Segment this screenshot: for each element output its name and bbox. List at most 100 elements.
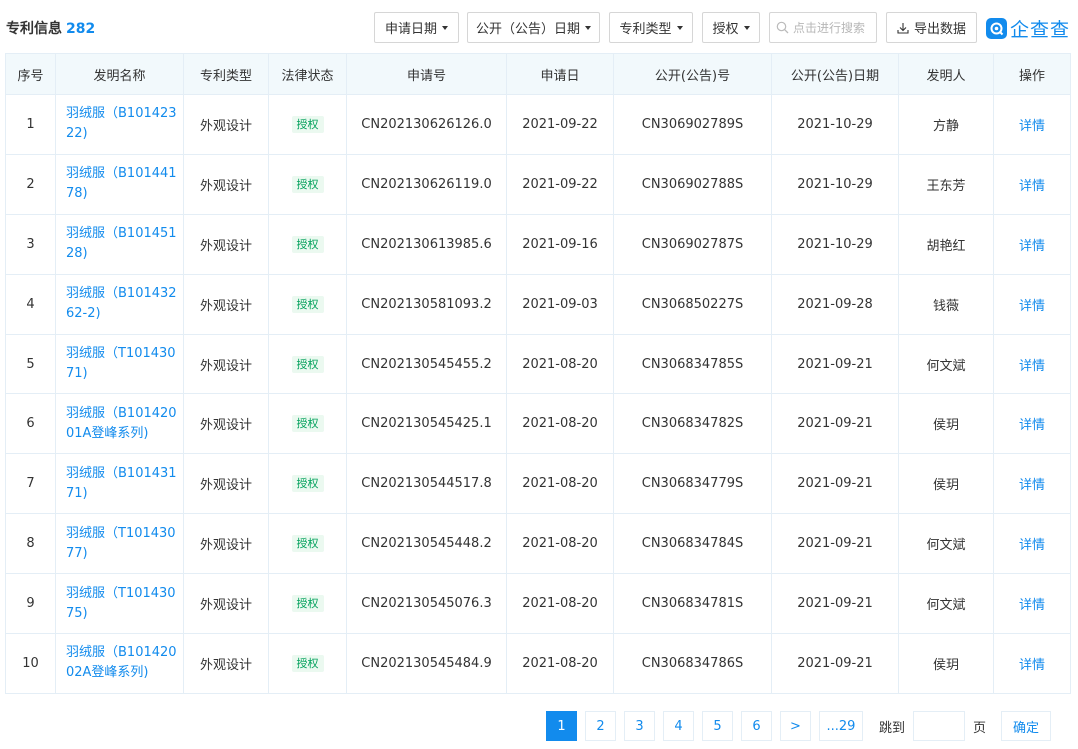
detail-link[interactable]: 详情	[1019, 538, 1045, 553]
search-icon	[776, 21, 789, 34]
status-cell: 授权	[268, 453, 347, 515]
col-header-pub-date: 公开(公告)日期	[771, 53, 899, 95]
patent-type-filter[interactable]: 专利类型	[609, 12, 693, 43]
page-button-5[interactable]: 5	[702, 711, 733, 741]
status-cell: 授权	[268, 273, 347, 335]
detail-link[interactable]: 详情	[1019, 418, 1045, 433]
status-badge: 授权	[291, 475, 324, 493]
page-button-6[interactable]: 6	[741, 711, 772, 741]
inventor: 侯玥	[898, 453, 994, 515]
patent-name-link[interactable]: 羽绒服（B10144178)	[55, 153, 184, 215]
table-row: 8 羽绒服（T10143077) 外观设计 授权 CN202130545448.…	[5, 513, 1071, 575]
page-button-3[interactable]: 3	[624, 711, 655, 741]
inventor: 方静	[898, 94, 994, 155]
row-index: 1	[5, 94, 56, 155]
status-filter[interactable]: 授权	[702, 12, 760, 43]
header-bar: 专利信息 282 申请日期 公开（公告）日期 专利类型 授权 点击进行搜索 导出数…	[0, 0, 1078, 54]
status-badge: 授权	[291, 175, 324, 193]
action-cell: 详情	[993, 633, 1071, 694]
jump-page-input[interactable]	[913, 711, 966, 741]
detail-link[interactable]: 详情	[1019, 658, 1045, 673]
page-button-1[interactable]: 1	[546, 711, 577, 741]
search-placeholder: 点击进行搜索	[793, 21, 866, 35]
pub-date: 2021-09-21	[771, 633, 899, 694]
caret-down-icon	[585, 26, 591, 30]
qcc-logo: 企查查	[986, 14, 1070, 42]
app-date: 2021-09-22	[506, 153, 614, 215]
pub-no: CN306902789S	[613, 94, 772, 155]
status-filter-label: 授权	[712, 22, 739, 37]
app-date: 2021-08-20	[506, 453, 614, 515]
patent-type: 外观设计	[183, 453, 269, 515]
download-icon	[897, 22, 909, 34]
caret-down-icon	[676, 26, 683, 30]
pub-no: CN306834779S	[613, 453, 772, 515]
status-cell: 授权	[268, 213, 347, 275]
detail-link[interactable]: 详情	[1019, 239, 1045, 254]
caret-down-icon	[743, 26, 750, 30]
col-header-pub-no: 公开(公告)号	[613, 53, 772, 95]
pub-no: CN306834786S	[613, 633, 772, 694]
status-cell: 授权	[268, 153, 347, 215]
patent-name-link[interactable]: 羽绒服（B10142002A登峰系列)	[55, 633, 184, 694]
patent-table: 序号 发明名称 专利类型 法律状态 申请号 申请日 公开(公告)号 公开(公告)…	[5, 53, 1071, 694]
app-no: CN202130626126.0	[346, 94, 507, 155]
next-page-button[interactable]: >	[780, 711, 811, 741]
detail-link[interactable]: 详情	[1019, 598, 1045, 613]
last-page-button[interactable]: ...29	[819, 711, 863, 741]
patent-name-link[interactable]: 羽绒服（B10142001A登峰系列)	[55, 393, 184, 455]
app-date: 2021-08-20	[506, 333, 614, 395]
confirm-button[interactable]: 确定	[1001, 711, 1052, 741]
patent-name-link[interactable]: 羽绒服（T10143071)	[55, 333, 184, 395]
status-badge: 授权	[291, 355, 324, 373]
patent-type: 外观设计	[183, 633, 269, 694]
status-cell: 授权	[268, 393, 347, 455]
inventor: 侯玥	[898, 633, 994, 694]
row-index: 7	[5, 453, 56, 515]
action-cell: 详情	[993, 393, 1071, 455]
patent-name-link[interactable]: 羽绒服（B10143262-2)	[55, 273, 184, 335]
patent-type: 外观设计	[183, 393, 269, 455]
row-index: 10	[5, 633, 56, 694]
table-row: 5 羽绒服（T10143071) 外观设计 授权 CN202130545455.…	[5, 333, 1071, 395]
patent-type: 外观设计	[183, 513, 269, 575]
pub-date: 2021-09-21	[771, 453, 899, 515]
detail-link[interactable]: 详情	[1019, 119, 1045, 134]
pub-no: CN306850227S	[613, 273, 772, 335]
status-badge: 授权	[291, 415, 324, 433]
patent-name-link[interactable]: 羽绒服（B10142322)	[55, 94, 184, 155]
apply-date-filter[interactable]: 申请日期	[374, 12, 459, 43]
inventor: 何文斌	[898, 333, 994, 395]
logo-text: 企查查	[1010, 18, 1071, 41]
pub-date-filter[interactable]: 公开（公告）日期	[467, 12, 600, 43]
detail-link[interactable]: 详情	[1019, 179, 1045, 194]
status-badge: 授权	[291, 115, 324, 133]
detail-link[interactable]: 详情	[1019, 299, 1045, 314]
patent-name-link[interactable]: 羽绒服（T10143077)	[55, 513, 184, 575]
inventor: 胡艳红	[898, 213, 994, 275]
search-input[interactable]: 点击进行搜索	[769, 12, 877, 43]
patent-name-link[interactable]: 羽绒服（B10145128)	[55, 213, 184, 275]
app-no: CN202130545448.2	[346, 513, 507, 575]
page-button-2[interactable]: 2	[585, 711, 616, 741]
action-cell: 详情	[993, 453, 1071, 515]
patent-name-link[interactable]: 羽绒服（B10143171)	[55, 453, 184, 515]
row-index: 6	[5, 393, 56, 455]
patent-type: 外观设计	[183, 573, 269, 635]
detail-link[interactable]: 详情	[1019, 478, 1045, 493]
detail-link[interactable]: 详情	[1019, 359, 1045, 374]
col-header-inventor: 发明人	[898, 53, 994, 95]
pub-date: 2021-09-21	[771, 393, 899, 455]
pub-no: CN306834785S	[613, 333, 772, 395]
page-button-4[interactable]: 4	[663, 711, 694, 741]
export-button[interactable]: 导出数据	[886, 12, 977, 43]
patent-name-link[interactable]: 羽绒服（T10143075)	[55, 573, 184, 635]
status-badge: 授权	[291, 295, 324, 313]
table-row: 10 羽绒服（B10142002A登峰系列) 外观设计 授权 CN2021305…	[5, 633, 1071, 694]
status-badge: 授权	[291, 235, 324, 253]
patent-type-filter-label: 专利类型	[619, 22, 672, 37]
inventor: 王东芳	[898, 153, 994, 215]
app-date: 2021-08-20	[506, 633, 614, 694]
pub-no: CN306902787S	[613, 213, 772, 275]
status-cell: 授权	[268, 513, 347, 575]
